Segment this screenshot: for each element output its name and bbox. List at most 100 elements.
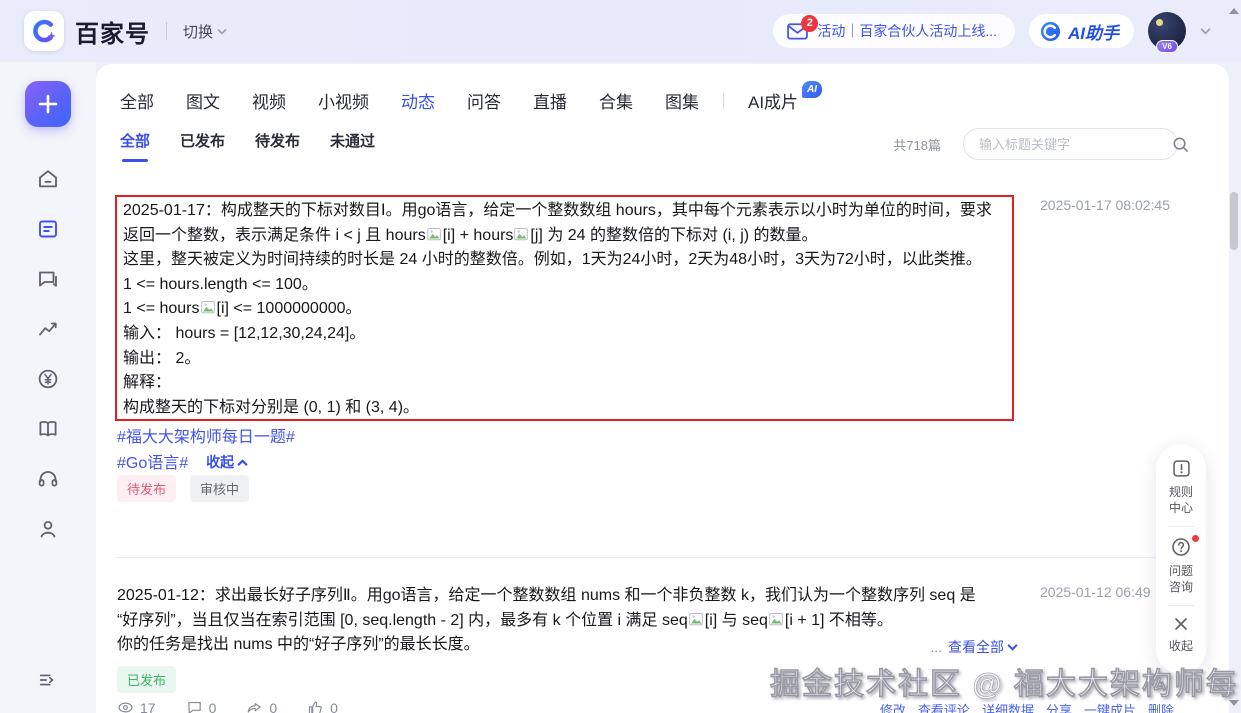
tab-直播[interactable]: 直播: [533, 88, 567, 113]
ai-badge-icon: AI: [802, 81, 822, 98]
home-icon: [36, 167, 60, 191]
ai-video-label: AI成片: [748, 88, 798, 113]
tab-图集[interactable]: 图集: [665, 88, 699, 113]
status-badge-published: 已发布: [117, 666, 176, 693]
search-input[interactable]: [964, 137, 1163, 152]
sidebar-item-income[interactable]: [36, 367, 60, 391]
switch-label: 切换: [183, 21, 213, 42]
avatar-level-badge: V6: [1156, 40, 1178, 53]
post-timestamp: 2025-01-17 08:02:45: [1040, 197, 1170, 213]
chart-trend-icon: [36, 317, 60, 341]
action-view-comments[interactable]: 查看评论: [918, 700, 970, 713]
stat-value: 0: [269, 700, 277, 713]
ai-assistant-button[interactable]: AI助手: [1029, 14, 1134, 48]
sidebar-item-content[interactable]: [36, 217, 60, 241]
tab-图文[interactable]: 图文: [186, 88, 220, 113]
expand-row: ... 查看全部: [922, 637, 1018, 657]
content-line: 构成整天的下标对分别是 (0, 1) 和 (3, 4)。: [123, 396, 1006, 421]
ai-assistant-icon: [1040, 21, 1061, 42]
chevron-up-icon: [237, 459, 248, 467]
broken-image-icon: [201, 300, 216, 315]
view-all-link[interactable]: 查看全部: [948, 637, 1018, 657]
stat-views: 17: [117, 699, 156, 713]
baijiahao-logo-icon[interactable]: [24, 11, 64, 51]
question-consult-label: 问题咨询: [1168, 563, 1194, 595]
content-line: 返回一个整数，表示满足条件 i < j 且 hours[i] + hours[j…: [123, 224, 1006, 249]
content-line: 你的任务是找出 nums 中的“好子序列”的最长长度。: [117, 633, 1018, 658]
rule-center-button[interactable]: 规则中心: [1168, 459, 1194, 516]
scrollbar-down-arrow[interactable]: [1229, 700, 1239, 706]
tab-小视频[interactable]: 小视频: [318, 88, 369, 113]
rule-center-label: 规则中心: [1168, 484, 1194, 516]
content-line: 1 <= hours[i] <= 1000000000。: [123, 297, 1006, 322]
post-content[interactable]: 2025-01-12：求出最长好子序列Ⅱ。用go语言，给定一个整数数组 nums…: [117, 584, 1018, 658]
post-stats: 17000: [117, 699, 338, 713]
status-filter-tabs: 全部已发布待发布未通过: [120, 130, 405, 162]
question-consult-button[interactable]: 问题咨询: [1168, 537, 1194, 595]
tab-ai-video[interactable]: AI成片 AI: [748, 88, 822, 113]
content-line: 输出： 2。: [123, 347, 1006, 372]
sidebar-item-account[interactable]: [36, 517, 60, 541]
list-toolbar: 共718篇: [893, 128, 1178, 160]
collapse-panel-label: 收起: [1168, 638, 1194, 654]
post-content-highlight-box[interactable]: 2025-01-17：构成整天的下标对数目Ⅰ。用go语言，给定一个整数数组 ho…: [115, 195, 1014, 421]
topic-tag[interactable]: #Go语言#: [117, 455, 188, 472]
user-avatar[interactable]: V6: [1148, 12, 1186, 50]
sidebar-collapse-button[interactable]: [37, 669, 59, 691]
sidebar-item-academy[interactable]: [36, 417, 60, 441]
ai-assistant-label: AI助手: [1068, 19, 1119, 44]
action-one-click-video[interactable]: 一键成片: [1084, 700, 1136, 713]
tab-全部[interactable]: 全部: [120, 88, 154, 113]
sidebar-item-home[interactable]: [36, 167, 60, 191]
list-item-divider: [115, 557, 1198, 558]
headset-icon: [36, 467, 60, 491]
switch-account-button[interactable]: 切换: [183, 21, 227, 42]
topic-tag[interactable]: #福大大架构师每日一题#: [117, 429, 295, 446]
panel-divider: [1168, 605, 1194, 606]
sidebar-item-service[interactable]: [36, 467, 60, 491]
subtab-待发布[interactable]: 待发布: [255, 130, 300, 162]
action-share[interactable]: 分享: [1046, 700, 1072, 713]
notification-dot: [1192, 535, 1199, 542]
tab-视频[interactable]: 视频: [252, 88, 286, 113]
post-status-badges: 已发布: [117, 666, 176, 693]
content-manage-icon: [36, 217, 60, 241]
tab-问答[interactable]: 问答: [467, 88, 501, 113]
chevron-down-icon: [217, 28, 227, 35]
panel-divider: [1168, 526, 1194, 527]
broken-image-icon: [514, 227, 529, 242]
sidebar-item-statistics[interactable]: [36, 317, 60, 341]
subtab-全部[interactable]: 全部: [120, 130, 150, 162]
page-scrollbar[interactable]: [1228, 0, 1240, 713]
scrollbar-thumb[interactable]: [1230, 192, 1238, 250]
top-header: 百家号 切换 2 活动｜百家合伙人活动上线...: [0, 0, 1241, 62]
content-manage-card: 全部图文视频小视频动态问答直播合集图集 AI成片 AI 全部已发布待发布未通过 …: [96, 64, 1229, 713]
action-detail-data[interactable]: 详细数据: [982, 700, 1034, 713]
help-float-panel: 规则中心 问题咨询 收起: [1156, 444, 1206, 674]
subtab-未通过[interactable]: 未通过: [330, 130, 375, 162]
rule-exclamation-icon: [1172, 459, 1191, 478]
likes-icon: [307, 699, 324, 713]
sidebar-nav: [36, 167, 60, 541]
search-button[interactable]: [1163, 136, 1201, 153]
broken-image-icon: [689, 612, 704, 627]
scrollbar-up-arrow[interactable]: [1229, 8, 1239, 14]
content-line: “好序列”，当且仅当在索引范围 [0, seq.length - 2] 内，最多…: [117, 609, 1018, 634]
subtab-已发布[interactable]: 已发布: [180, 130, 225, 162]
plus-icon: [36, 92, 60, 116]
post-status-badges: 待发布审核中: [117, 475, 249, 502]
sidebar-item-interaction[interactable]: [36, 267, 60, 291]
avatar-chevron-down-icon[interactable]: [1200, 27, 1211, 35]
action-modify[interactable]: 修改: [880, 700, 906, 713]
status-badge-reviewing: 审核中: [190, 475, 249, 502]
create-post-button[interactable]: [25, 81, 71, 127]
activity-notice-button[interactable]: 2 活动｜百家合伙人活动上线...: [773, 14, 1015, 48]
tabs-divider: [723, 93, 724, 109]
chat-icon: [36, 267, 60, 291]
action-delete[interactable]: 删除: [1148, 700, 1174, 713]
tab-合集[interactable]: 合集: [599, 88, 633, 113]
collapse-content-link[interactable]: 收起: [206, 450, 248, 475]
stat-shares: 0: [246, 699, 277, 713]
collapse-panel-button[interactable]: 收起: [1168, 616, 1194, 654]
tab-动态[interactable]: 动态: [401, 88, 435, 113]
